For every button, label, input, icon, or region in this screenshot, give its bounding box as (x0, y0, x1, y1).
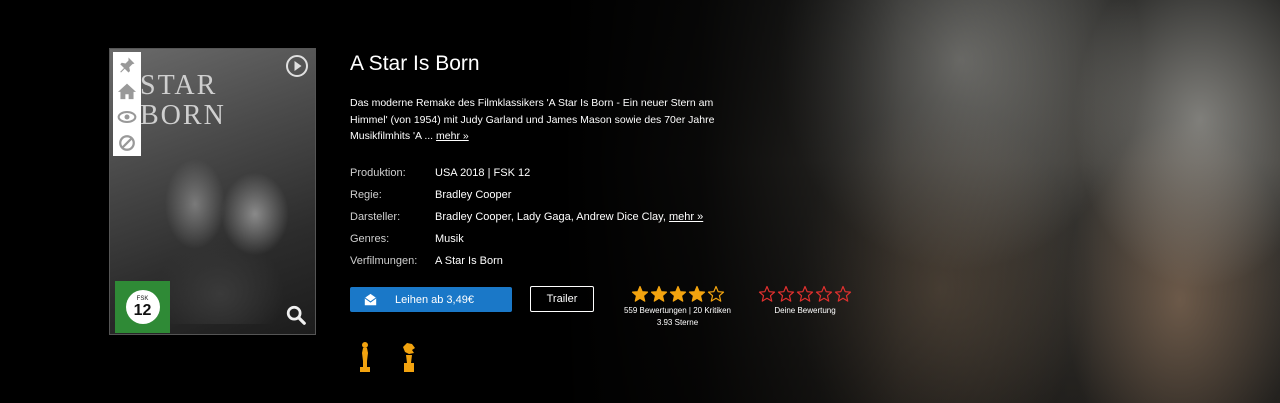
hero-section: STAR BORN FSK 12 A Star Is Born Das mode… (0, 0, 1280, 403)
detail-value[interactable]: Musik (435, 233, 464, 245)
user-star-icon[interactable] (796, 285, 814, 303)
average-star-icon (669, 285, 686, 302)
award-trophy-icon[interactable] (401, 341, 417, 373)
detail-row-genres: Genres: Musik (350, 228, 703, 250)
pin-icon[interactable] (113, 52, 141, 78)
magnifier-icon[interactable] (285, 304, 307, 326)
detail-value: Bradley Cooper, Lady Gaga, Andrew Dice C… (435, 211, 703, 223)
detail-label: Genres: (350, 233, 390, 245)
home-icon[interactable] (113, 78, 141, 104)
poster-title-line: BORN (140, 100, 226, 131)
movie-title: A Star Is Born (350, 52, 480, 75)
fsk-age: 12 (133, 301, 152, 319)
awards (357, 341, 417, 373)
average-rating: 559 Bewertungen | 20 Kritiken 3.93 Stern… (620, 285, 735, 327)
average-star-icon (688, 285, 705, 302)
detail-row-cast: Darsteller: Bradley Cooper, Lady Gaga, A… (350, 206, 703, 228)
cast-names[interactable]: Bradley Cooper, Lady Gaga, Andrew Dice C… (435, 211, 669, 223)
user-star-icon[interactable] (777, 285, 795, 303)
user-rating: Deine Bewertung (755, 285, 855, 315)
rating-average: 3.93 Sterne (656, 318, 699, 327)
average-star-icon (631, 285, 648, 302)
cast-more-link[interactable]: mehr » (669, 211, 703, 223)
description-more-link[interactable]: mehr » (436, 130, 469, 142)
user-star-icon[interactable] (758, 285, 776, 303)
user-rating-label: Deine Bewertung (774, 306, 836, 315)
fsk-badge: FSK 12 (115, 281, 170, 333)
detail-row-director: Regie: Bradley Cooper (350, 184, 703, 206)
average-star-icon (707, 285, 724, 302)
description-text: Das moderne Remake des Filmklassikers 'A… (350, 97, 715, 142)
poster[interactable]: STAR BORN FSK 12 (109, 48, 316, 335)
rent-button[interactable]: Leihen ab 3,49€ (350, 287, 512, 312)
fsk-circle: FSK 12 (125, 290, 160, 324)
detail-row-production: Produktion: USA 2018 | FSK 12 (350, 162, 703, 184)
rent-label: Leihen ab 3,49€ (395, 293, 474, 306)
user-stars (755, 285, 855, 303)
rent-envelope-icon (364, 293, 377, 306)
detail-row-adaptations: Verfilmungen: A Star Is Born (350, 250, 703, 272)
detail-value: USA 2018 | FSK 12 (435, 167, 531, 179)
detail-label: Verfilmungen: (350, 255, 418, 267)
trailer-button[interactable]: Trailer (530, 286, 594, 312)
oscar-icon[interactable] (357, 341, 373, 373)
poster-title-line: STAR (140, 70, 218, 101)
detail-value[interactable]: A Star Is Born (435, 255, 503, 267)
detail-label: Regie: (350, 189, 382, 201)
eye-icon[interactable] (113, 104, 141, 130)
user-star-icon[interactable] (834, 285, 852, 303)
average-star-icon (650, 285, 667, 302)
movie-description: Das moderne Remake des Filmklassikers 'A… (350, 95, 730, 145)
detail-label: Produktion: (350, 167, 406, 179)
play-circle-icon[interactable] (285, 54, 309, 78)
detail-label: Darsteller: (350, 211, 401, 223)
detail-value[interactable]: Bradley Cooper (435, 189, 511, 201)
average-stars (620, 285, 735, 303)
block-icon[interactable] (113, 130, 141, 156)
details-list: Produktion: USA 2018 | FSK 12 Regie: Bra… (350, 162, 703, 272)
poster-title: STAR BORN (140, 71, 226, 131)
user-star-icon[interactable] (815, 285, 833, 303)
poster-action-icons (113, 52, 141, 156)
rating-count[interactable]: 559 Bewertungen | 20 Kritiken (620, 306, 735, 315)
